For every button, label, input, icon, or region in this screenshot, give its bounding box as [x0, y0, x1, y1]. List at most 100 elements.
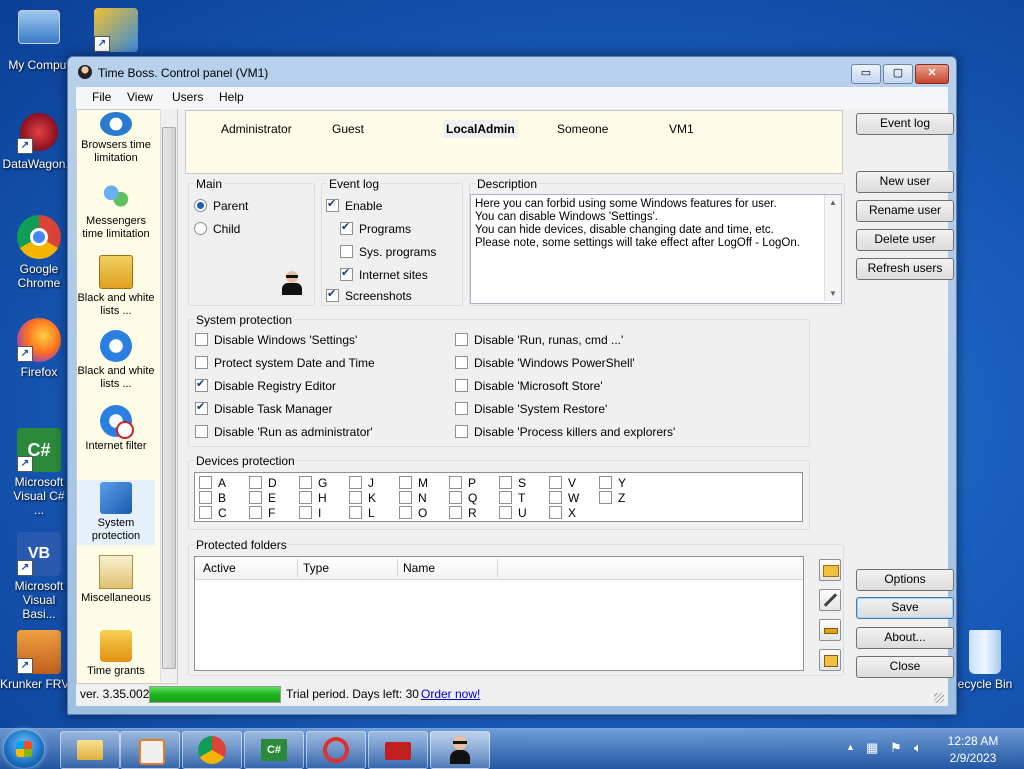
clock-date[interactable]: 2/9/2023: [940, 751, 1006, 765]
sidebar-item-system-protection[interactable]: System protection: [77, 480, 155, 545]
taskbar-time-boss[interactable]: [430, 731, 490, 769]
start-button[interactable]: [4, 730, 44, 768]
menu-users[interactable]: Users: [172, 90, 203, 104]
device-checkbox-d[interactable]: D: [249, 476, 277, 490]
volume-icon[interactable]: 🔈︎: [914, 740, 922, 756]
network-icon[interactable]: ▦: [866, 740, 878, 756]
device-checkbox-s[interactable]: S: [499, 476, 526, 490]
maximize-button[interactable]: ▢: [883, 64, 913, 84]
remove-folder-button[interactable]: [819, 619, 841, 641]
device-checkbox-k[interactable]: K: [349, 491, 376, 505]
desktop-icon-recycle-bin[interactable]: ecycle Bin: [946, 630, 1024, 691]
checkbox-enable[interactable]: Enable: [326, 197, 382, 213]
resize-grip[interactable]: [934, 693, 944, 703]
checkbox-programs[interactable]: Programs: [340, 220, 411, 236]
checkbox-sys-programs[interactable]: Sys. programs: [340, 245, 436, 259]
checkbox-disable-run-as-admin[interactable]: Disable 'Run as administrator': [195, 425, 373, 439]
device-checkbox-a[interactable]: A: [199, 476, 226, 490]
device-checkbox-y[interactable]: Y: [599, 476, 626, 490]
device-checkbox-i[interactable]: I: [299, 506, 321, 520]
user-guest[interactable]: Guest: [332, 122, 364, 136]
device-checkbox-o[interactable]: O: [399, 506, 427, 520]
checkbox-internet-sites[interactable]: Internet sites: [340, 266, 428, 282]
checkbox-disable-task-manager[interactable]: Disable Task Manager: [195, 400, 333, 416]
user-vm1[interactable]: VM1: [669, 122, 694, 136]
taskbar-media-player[interactable]: [120, 731, 180, 769]
flag-icon[interactable]: ⚑: [890, 740, 902, 756]
device-checkbox-p[interactable]: P: [449, 476, 476, 490]
device-checkbox-m[interactable]: M: [399, 476, 428, 490]
radio-parent[interactable]: Parent: [194, 199, 248, 213]
folder-properties-button[interactable]: [819, 649, 841, 671]
checkbox-disable-settings[interactable]: Disable Windows 'Settings': [195, 333, 357, 347]
column-type[interactable]: Type: [303, 561, 329, 575]
rename-user-button[interactable]: Rename user: [856, 200, 954, 222]
sidebar-item-miscellaneous[interactable]: Miscellaneous: [77, 555, 155, 605]
close-button[interactable]: Close: [856, 656, 954, 678]
description-scrollbar[interactable]: ▲ ▼: [824, 195, 841, 301]
device-checkbox-v[interactable]: V: [549, 476, 576, 490]
taskbar-visual-csharp[interactable]: C#: [244, 731, 304, 769]
minimize-button[interactable]: ▭: [851, 64, 881, 84]
device-checkbox-b[interactable]: B: [199, 491, 226, 505]
checkbox-disable-process-killers[interactable]: Disable 'Process killers and explorers': [455, 425, 675, 439]
about-button[interactable]: About...: [856, 627, 954, 649]
device-checkbox-c[interactable]: C: [199, 506, 227, 520]
title-bar[interactable]: Time Boss. Control panel (VM1) ▭ ▢ ✕: [68, 57, 956, 87]
device-checkbox-j[interactable]: J: [349, 476, 374, 490]
sidebar-item-time-grants[interactable]: Time grants: [77, 630, 155, 678]
menu-file[interactable]: File: [92, 90, 111, 104]
device-checkbox-n[interactable]: N: [399, 491, 427, 505]
sidebar-item-black-white-sites[interactable]: Black and white lists ...: [77, 330, 155, 391]
menu-view[interactable]: View: [127, 90, 153, 104]
checkbox-protect-date-time[interactable]: Protect system Date and Time: [195, 356, 375, 370]
taskbar-explorer[interactable]: [60, 731, 120, 769]
event-log-button[interactable]: Event log: [856, 113, 954, 135]
device-checkbox-z[interactable]: Z: [599, 491, 625, 505]
taskbar-toolbox[interactable]: [368, 731, 428, 769]
sidebar-item-black-white-programs[interactable]: Black and white lists ...: [77, 255, 155, 318]
clock-time[interactable]: 12:28 AM: [940, 734, 1006, 748]
device-checkbox-x[interactable]: X: [549, 506, 576, 520]
device-checkbox-l[interactable]: L: [349, 506, 375, 520]
taskbar-ccleaner[interactable]: [306, 731, 366, 769]
checkbox-disable-powershell[interactable]: Disable 'Windows PowerShell': [455, 356, 635, 370]
refresh-users-button[interactable]: Refresh users: [856, 258, 954, 280]
column-active[interactable]: Active: [203, 561, 236, 575]
sidebar-item-internet-filter[interactable]: Internet filter: [77, 405, 155, 453]
checkbox-disable-run-runas-cmd[interactable]: Disable 'Run, runas, cmd ...': [455, 333, 623, 347]
device-checkbox-e[interactable]: E: [249, 491, 276, 505]
checkbox-disable-system-restore[interactable]: Disable 'System Restore': [455, 402, 607, 416]
add-folder-button[interactable]: [819, 559, 841, 581]
taskbar-chrome[interactable]: [182, 731, 242, 769]
device-checkbox-g[interactable]: G: [299, 476, 327, 490]
sidebar-scrollbar-thumb[interactable]: [162, 127, 176, 669]
sidebar-item-browsers[interactable]: Browsers time limitation: [77, 112, 155, 165]
delete-user-button[interactable]: Delete user: [856, 229, 954, 251]
device-checkbox-u[interactable]: U: [499, 506, 527, 520]
checkbox-disable-registry[interactable]: Disable Registry Editor: [195, 377, 336, 393]
column-name[interactable]: Name: [403, 561, 435, 575]
save-button[interactable]: Save: [856, 597, 954, 619]
user-localadmin[interactable]: LocalAdmin: [443, 120, 518, 138]
device-checkbox-f[interactable]: F: [249, 506, 275, 520]
device-checkbox-w[interactable]: W: [549, 491, 579, 505]
order-now-link[interactable]: Order now!: [421, 687, 480, 701]
checkbox-disable-store[interactable]: Disable 'Microsoft Store': [455, 379, 603, 393]
new-user-button[interactable]: New user: [856, 171, 954, 193]
options-button[interactable]: Options: [856, 569, 954, 591]
user-administrator[interactable]: Administrator: [221, 122, 292, 136]
desktop-icon-shortcut[interactable]: ↗: [76, 8, 156, 55]
menu-help[interactable]: Help: [219, 90, 244, 104]
edit-folder-button[interactable]: [819, 589, 841, 611]
tray-expand-icon[interactable]: ▲: [846, 742, 855, 752]
user-someone[interactable]: Someone: [557, 122, 608, 136]
checkbox-screenshots[interactable]: Screenshots: [326, 287, 412, 303]
radio-child[interactable]: Child: [194, 222, 240, 236]
device-checkbox-r[interactable]: R: [449, 506, 477, 520]
sidebar-item-messengers[interactable]: Messengers time limitation: [77, 180, 155, 241]
close-window-button[interactable]: ✕: [915, 64, 949, 84]
device-checkbox-q[interactable]: Q: [449, 491, 477, 505]
device-checkbox-h[interactable]: H: [299, 491, 327, 505]
device-checkbox-t[interactable]: T: [499, 491, 525, 505]
